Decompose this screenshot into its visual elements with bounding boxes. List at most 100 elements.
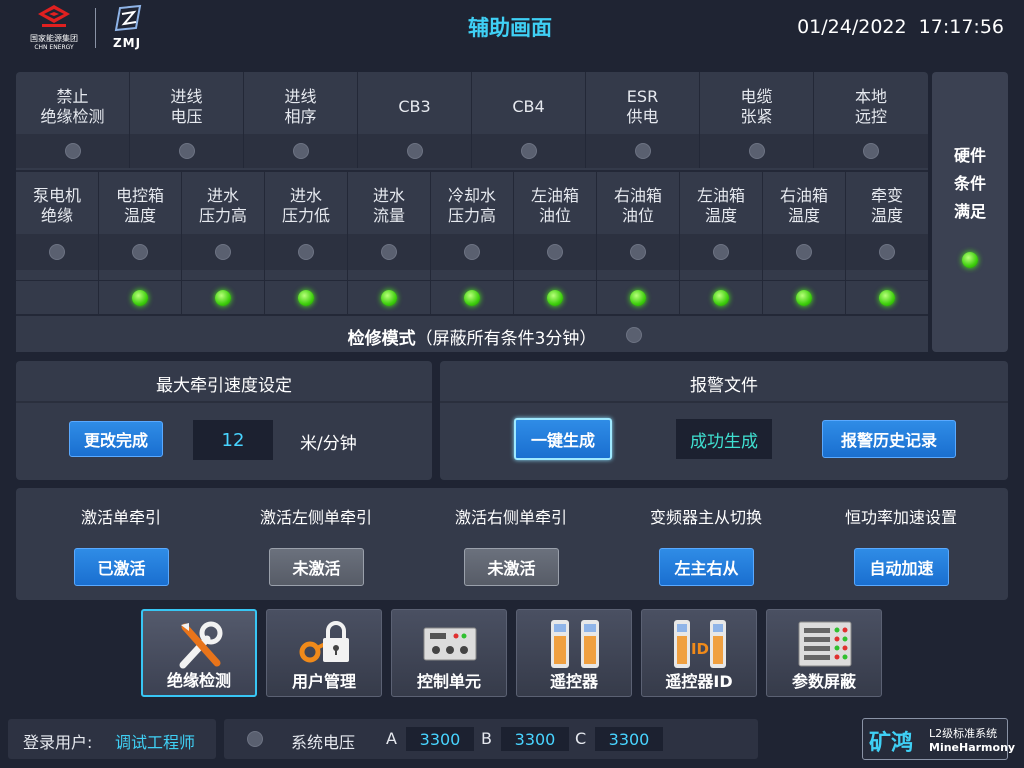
- nav-button-label: 遥控器: [549, 672, 598, 691]
- date-text: 01/24/2022: [797, 16, 907, 38]
- indicator-row: [472, 134, 585, 168]
- nav-button[interactable]: ID 遥控器ID: [641, 609, 757, 697]
- chn-energy-logo-icon: [38, 5, 70, 27]
- indicator-row-2: [680, 280, 762, 314]
- remote-control-icon: [547, 618, 603, 670]
- one-click-generate-button[interactable]: 一键生成: [514, 418, 612, 460]
- condition-cell: 进水 流量: [348, 172, 431, 314]
- max-speed-title-divider: [16, 401, 432, 403]
- status-indicator-icon: [748, 143, 765, 159]
- condition-cell: CB3: [358, 72, 472, 168]
- status-indicator-icon: [292, 143, 309, 159]
- status-indicator-icon: [796, 244, 812, 260]
- activation-toggle-button[interactable]: 左主右从: [659, 548, 754, 586]
- svg-text:ID: ID: [691, 640, 709, 658]
- conditions-panel: 禁止 绝缘检测 进线 电压 进线 相序 CB3 CB4 ESR 供电 电缆 张紧 本地 远控 …: [16, 72, 928, 352]
- indicator-row: [814, 134, 928, 168]
- nav-button[interactable]: 遥控器: [516, 609, 632, 697]
- nav-button[interactable]: 参数屏蔽: [766, 609, 882, 697]
- max-speed-unit: 米/分钟: [300, 434, 357, 454]
- status-indicator-icon: [406, 143, 423, 159]
- maintenance-mode-title: 检修模式: [347, 329, 416, 349]
- status-indicator-icon: [796, 289, 812, 306]
- activation-label: 恒功率加速设置: [844, 508, 957, 527]
- login-user-label: 登录用户:: [23, 733, 93, 752]
- remote-id-icon: ID: [672, 618, 728, 670]
- logo-divider: [95, 8, 96, 48]
- activation-label: 激活左侧单牵引: [259, 508, 372, 527]
- login-user-name[interactable]: 调试工程师: [115, 729, 195, 753]
- condition-label: 泵电机 绝缘: [32, 186, 81, 225]
- status-indicator-icon: [634, 143, 651, 159]
- status-indicator-icon: [64, 143, 81, 159]
- generate-status: 成功生成: [676, 419, 772, 459]
- phase-b-label: B: [481, 729, 492, 748]
- nav-button[interactable]: 绝缘检测: [141, 609, 257, 697]
- activation-label: 变频器主从切换: [649, 508, 762, 527]
- activation-toggle-button[interactable]: 未激活: [269, 548, 364, 586]
- condition-cell: 泵电机 绝缘: [16, 172, 99, 314]
- activation-panel: 激活单牵引 已激活 激活左侧单牵引未激活 激活右侧单牵引未激活 变频器主从切换左主右从 恒…: [16, 488, 1008, 600]
- condition-label: 左油箱 油位: [530, 186, 579, 225]
- indicator-row-2: [597, 280, 679, 314]
- status-indicator-icon: [381, 244, 397, 260]
- conditions-row-1: 禁止 绝缘检测 进线 电压 进线 相序 CB3 CB4 ESR 供电 电缆 张紧 本地 远控: [16, 72, 928, 168]
- status-indicator-icon: [132, 244, 148, 260]
- status-indicator-icon: [215, 289, 231, 306]
- status-indicator-icon: [713, 244, 729, 260]
- phase-c-voltage: 3300: [595, 727, 663, 751]
- zmj-logo: ZMJ: [98, 4, 156, 52]
- activation-item: 激活单牵引 已激活: [26, 488, 216, 600]
- zmj-logo-text: ZMJ: [112, 36, 142, 50]
- condition-label: 本地 远控: [854, 87, 887, 126]
- activation-toggle-button[interactable]: 未激活: [464, 548, 559, 586]
- activation-item: 恒功率加速设置自动加速: [806, 488, 996, 600]
- nav-button-label: 遥控器ID: [665, 672, 733, 691]
- brand-name: 矿鸿: [869, 731, 914, 756]
- condition-label: 牵变 温度: [870, 186, 903, 225]
- status-indicator-icon: [298, 244, 314, 260]
- indicator-row: [358, 134, 471, 168]
- phase-a-label: A: [386, 729, 397, 748]
- status-indicator-icon: [713, 289, 729, 306]
- activation-toggle-button[interactable]: 已激活: [74, 548, 169, 586]
- brand-english-name: MineHarmony: [929, 741, 1016, 754]
- hardware-condition-panel: 硬件 条件 满足: [932, 72, 1008, 352]
- condition-label: ESR 供电: [626, 87, 659, 126]
- indicator-row-2: [431, 280, 513, 314]
- indicator-row: [16, 234, 98, 270]
- indicator-row: [182, 234, 264, 270]
- condition-cell: 电控箱 温度: [99, 172, 182, 314]
- status-indicator-icon: [879, 289, 895, 306]
- condition-cell: ESR 供电: [586, 72, 700, 168]
- alarm-history-button[interactable]: 报警历史记录: [822, 420, 956, 458]
- condition-cell: 进水 压力高: [182, 172, 265, 314]
- status-indicator-icon: [630, 289, 646, 306]
- indicator-row: [431, 234, 513, 270]
- tools-icon: [173, 619, 229, 671]
- change-complete-button[interactable]: 更改完成: [69, 421, 163, 457]
- status-indicator-icon: [547, 289, 563, 306]
- maintenance-mode-indicator[interactable]: [626, 327, 642, 343]
- activation-label: 激活右侧单牵引: [454, 508, 567, 527]
- nav-button[interactable]: 控制单元: [391, 609, 507, 697]
- indicator-row: [244, 134, 357, 168]
- max-speed-value[interactable]: 12: [193, 420, 273, 460]
- phase-c-label: C: [575, 729, 587, 748]
- condition-cell: 左油箱 油位: [514, 172, 597, 314]
- condition-label: 电控箱 温度: [115, 186, 164, 225]
- indicator-row: [846, 234, 928, 270]
- nav-button-label: 控制单元: [416, 672, 481, 691]
- zmj-logo-icon: [114, 4, 142, 32]
- condition-label: 右油箱 油位: [613, 186, 662, 225]
- status-indicator-icon: [381, 289, 397, 306]
- mineharmony-brand: 矿鸿 L2级标准系统 MineHarmony: [862, 718, 1015, 760]
- condition-cell: 禁止 绝缘检测: [16, 72, 130, 168]
- nav-button[interactable]: 用户管理: [266, 609, 382, 697]
- condition-label: 进线 电压: [170, 87, 203, 126]
- nav-button-label: 绝缘检测: [166, 671, 231, 690]
- activation-toggle-button[interactable]: 自动加速: [854, 548, 949, 586]
- maintenance-mode-row[interactable]: 检修模式（屏蔽所有条件3分钟）: [16, 314, 928, 352]
- control-unit-icon: [422, 618, 478, 670]
- indicator-row: [514, 234, 596, 270]
